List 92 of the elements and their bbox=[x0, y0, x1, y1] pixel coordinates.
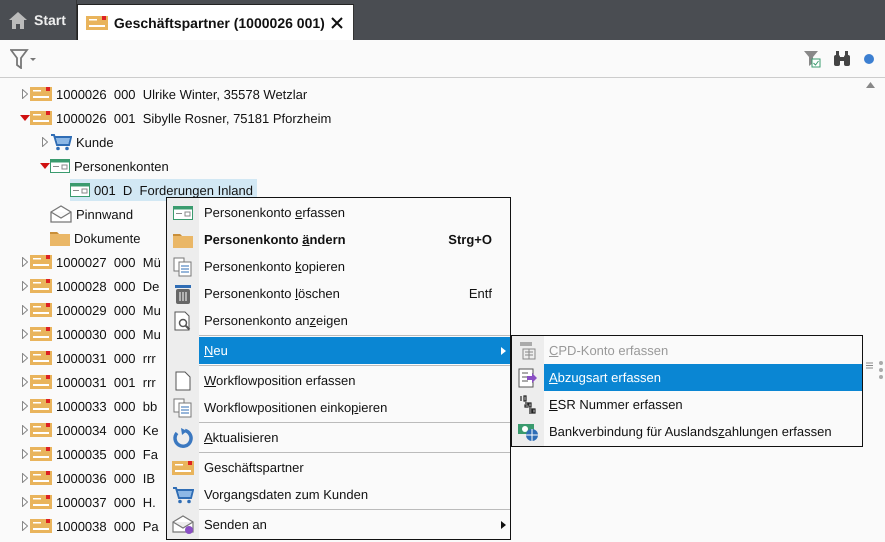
partner-card-icon bbox=[30, 326, 52, 342]
scroll-up-icon[interactable] bbox=[866, 82, 875, 88]
expanded-triangle-icon[interactable] bbox=[40, 163, 50, 169]
tree-item[interactable]: Dokumente bbox=[50, 227, 144, 249]
collapsed-triangle-icon[interactable] bbox=[22, 257, 28, 267]
tree-item[interactable]: 1000036 000 IB bbox=[30, 467, 160, 489]
tree-item[interactable]: 1000037 000 H. bbox=[30, 491, 160, 513]
collapsed-triangle-icon[interactable] bbox=[22, 89, 28, 99]
shopping-cart-icon bbox=[50, 133, 72, 151]
collapsed-triangle-icon[interactable] bbox=[22, 521, 28, 531]
tree-item[interactable]: 1000038 000 Pa bbox=[30, 515, 163, 537]
partner-card-icon bbox=[30, 470, 52, 486]
folder-icon bbox=[173, 232, 193, 248]
tree-item[interactable]: Pinnwand bbox=[50, 203, 138, 225]
menu-item[interactable]: Workflowposition erfassen bbox=[167, 367, 510, 394]
partner-card-icon bbox=[30, 110, 52, 126]
collapsed-triangle-icon[interactable] bbox=[22, 281, 28, 291]
tree-item[interactable]: 1000027 000 Mü bbox=[30, 251, 165, 273]
menu-item[interactable]: Personenkonto anzeigen bbox=[167, 307, 510, 334]
menu-item[interactable]: Aktualisieren bbox=[167, 424, 510, 451]
document-icon bbox=[175, 370, 191, 390]
menu-item[interactable]: Senden an bbox=[167, 511, 510, 538]
collapsed-triangle-icon[interactable] bbox=[42, 137, 48, 147]
tab[interactable]: Geschäftspartner (1000026 001) bbox=[76, 4, 354, 40]
tree-item[interactable]: 1000029 000 Mu bbox=[30, 299, 165, 321]
tree-item[interactable]: 1000026 000 Ulrike Winter, 35578 Wetzlar bbox=[30, 83, 312, 105]
collapsed-triangle-icon[interactable] bbox=[22, 497, 28, 507]
menu-item[interactable]: ESR Nummer erfassen bbox=[512, 391, 862, 418]
collapsed-triangle-icon[interactable] bbox=[22, 329, 28, 339]
account-card-icon bbox=[70, 183, 90, 197]
filter-dropdown-button[interactable] bbox=[10, 48, 38, 68]
partner-card-icon bbox=[30, 398, 52, 414]
collapsed-triangle-icon[interactable] bbox=[22, 353, 28, 363]
menu-item[interactable]: Vorgangsdaten zum Kunden bbox=[167, 481, 510, 508]
tree-item[interactable]: 1000031 001 rrr bbox=[30, 371, 160, 393]
close-icon[interactable] bbox=[330, 16, 343, 28]
partner-card-icon bbox=[30, 422, 52, 438]
tree-item[interactable]: 1000030 000 Mu bbox=[30, 323, 165, 345]
menu-item[interactable]: Workflowpositionen einkopieren bbox=[167, 394, 510, 421]
tree-item[interactable]: 1000033 000 bb bbox=[30, 395, 162, 417]
collapsed-triangle-icon[interactable] bbox=[22, 425, 28, 435]
shopping-cart-icon bbox=[172, 486, 194, 504]
tree-item[interactable]: Kunde bbox=[50, 131, 118, 153]
tree-item[interactable]: 1000035 000 Fa bbox=[30, 443, 162, 465]
tree-item[interactable]: 1000031 000 rrr bbox=[30, 347, 160, 369]
tree-item[interactable]: 1000028 000 De bbox=[30, 275, 164, 297]
filter-check-icon[interactable] bbox=[803, 50, 821, 68]
menu-item[interactable]: Personenkonto erfassen bbox=[167, 199, 510, 226]
partner-card-icon bbox=[30, 254, 52, 270]
partner-card-icon bbox=[30, 350, 52, 366]
tree-item[interactable]: 001 D Forderungen Inland bbox=[70, 179, 257, 201]
account-card-icon bbox=[173, 206, 193, 220]
partner-card-icon bbox=[30, 494, 52, 510]
partner-card-icon bbox=[172, 460, 194, 476]
tree-item[interactable]: 1000026 001 Sibylle Rosner, 75181 Pforzheim bbox=[30, 107, 336, 129]
partner-card-icon bbox=[30, 302, 52, 318]
status-dot-icon bbox=[863, 52, 875, 64]
account-card-icon bbox=[50, 159, 70, 173]
refresh-icon bbox=[172, 426, 194, 448]
envelope-icon bbox=[172, 514, 194, 534]
envelope-icon bbox=[50, 205, 72, 223]
trash-icon bbox=[174, 284, 192, 304]
tree-item[interactable]: 1000034 000 Ke bbox=[30, 419, 163, 441]
folder-icon bbox=[50, 230, 70, 246]
collapsed-triangle-icon[interactable] bbox=[22, 473, 28, 483]
magnifier-document-icon bbox=[174, 310, 192, 330]
partner-card-icon bbox=[30, 86, 52, 102]
documents-icon bbox=[173, 398, 193, 418]
menu-item[interactable]: Personenkonto löschen Entf bbox=[167, 280, 510, 307]
collapsed-triangle-icon[interactable] bbox=[22, 305, 28, 315]
tree-item[interactable]: Personenkonten bbox=[50, 155, 173, 177]
documents-icon bbox=[173, 256, 193, 276]
collapsed-triangle-icon[interactable] bbox=[22, 401, 28, 411]
partner-card-icon bbox=[30, 446, 52, 462]
menu-item[interactable]: Personenkonto ändern Strg+O bbox=[167, 226, 510, 253]
partner-card-icon bbox=[30, 374, 52, 390]
table-card-icon bbox=[518, 340, 538, 360]
numbers-icon bbox=[519, 394, 537, 414]
collapsed-triangle-icon[interactable] bbox=[22, 377, 28, 387]
house-icon bbox=[8, 11, 28, 29]
binoculars-icon[interactable] bbox=[833, 50, 851, 68]
menu-item[interactable]: Bankverbindung für Auslandszahlungen erfassen bbox=[512, 418, 862, 445]
menu-item[interactable]: Geschäftspartner bbox=[167, 454, 510, 481]
expanded-triangle-icon[interactable] bbox=[20, 115, 30, 121]
collapsed-triangle-icon[interactable] bbox=[22, 449, 28, 459]
banknote-globe-icon bbox=[517, 422, 539, 442]
menu-item[interactable]: Personenkonto kopieren bbox=[167, 253, 510, 280]
form-arrow-icon bbox=[518, 368, 538, 388]
menu-item[interactable]: Neu bbox=[199, 337, 510, 364]
partner-card-icon bbox=[86, 14, 108, 30]
partner-card-icon bbox=[30, 278, 52, 294]
partner-card-icon bbox=[30, 518, 52, 534]
